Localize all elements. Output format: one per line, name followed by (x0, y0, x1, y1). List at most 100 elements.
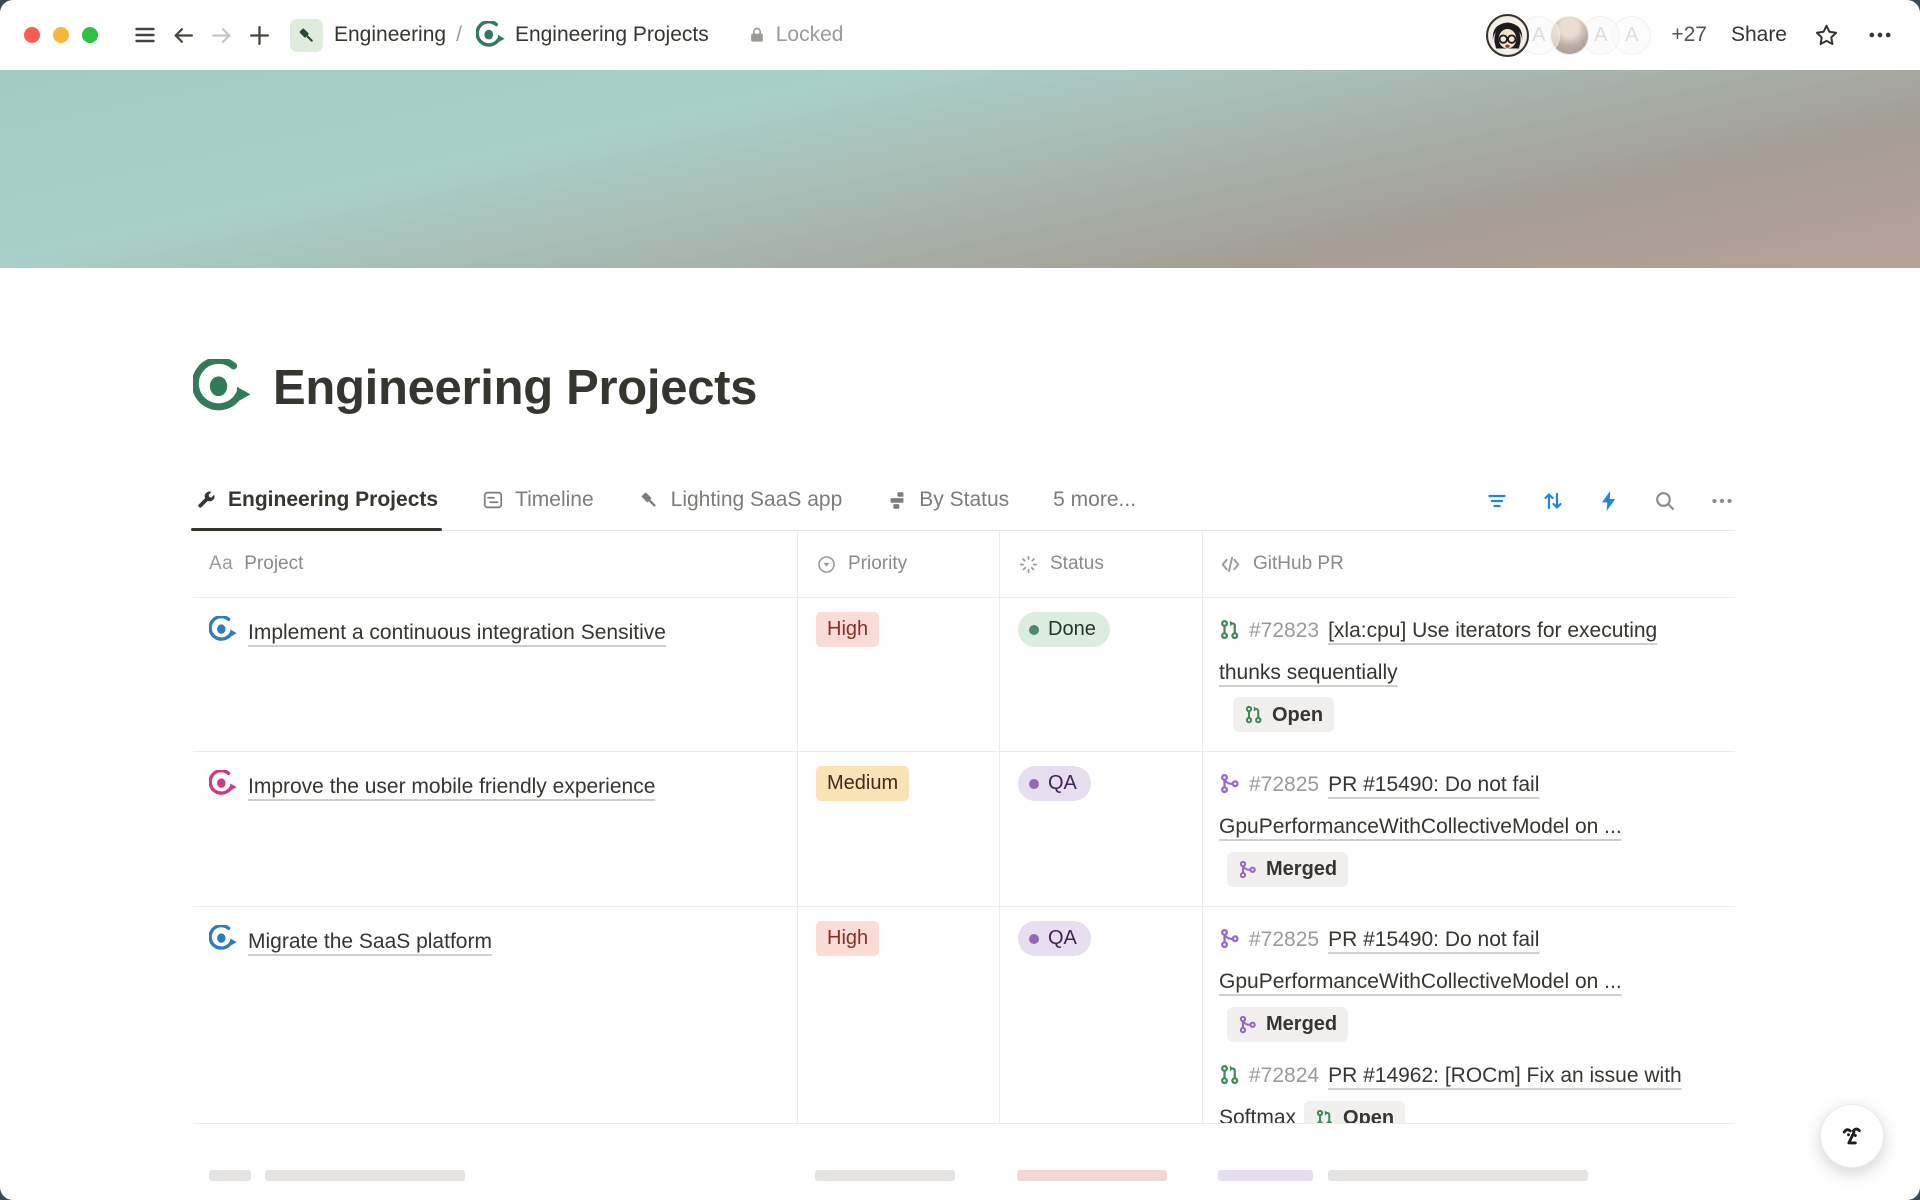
tab-label: Engineering Projects (228, 488, 438, 512)
zoom-window-button[interactable] (82, 27, 98, 43)
notion-ai-face-icon (1834, 1118, 1870, 1154)
project-link[interactable]: Implement a continuous integration Sensi… (248, 621, 666, 644)
avatar-initial: A (1625, 24, 1638, 47)
minimize-window-button[interactable] (53, 27, 69, 43)
column-header-status[interactable]: Status (999, 531, 1202, 597)
avatar-initial: A (1532, 24, 1545, 47)
priority-tag[interactable]: High (816, 612, 879, 647)
pr-id: #72823 (1249, 619, 1319, 642)
project-page-icon (209, 616, 237, 644)
pr-id: #72824 (1249, 1064, 1319, 1087)
clipped-text (1017, 1170, 1167, 1181)
view-more-options-icon[interactable] (1709, 488, 1735, 514)
status-dot (1029, 625, 1039, 635)
pr-id: #72825 (1249, 773, 1319, 796)
pr-state-badge[interactable]: Open (1304, 1101, 1405, 1123)
locked-indicator[interactable]: Locked (747, 23, 844, 47)
pr-state-label: Merged (1266, 848, 1337, 890)
pr-open-icon (1315, 1109, 1334, 1123)
clipped-text (265, 1170, 465, 1181)
clipped-text (1218, 1170, 1313, 1181)
pr-state-badge[interactable]: Merged (1227, 1007, 1348, 1042)
close-window-button[interactable] (24, 27, 40, 43)
text-property-icon: Aa (209, 553, 233, 575)
priority-tag[interactable]: High (816, 921, 879, 956)
page-title: Engineering Projects (273, 360, 757, 416)
project-link[interactable]: Improve the user mobile friendly experie… (248, 775, 655, 798)
avatar-illustrated[interactable] (1486, 14, 1529, 57)
status-tag[interactable]: QA (1018, 921, 1091, 956)
pr-merged-icon (1238, 860, 1257, 879)
column-label: GitHub PR (1253, 553, 1344, 575)
column-label: Status (1050, 553, 1104, 575)
table-row: Improve the user mobile friendly experie… (193, 752, 1735, 907)
status-dot (1029, 934, 1039, 944)
status-tag[interactable]: QA (1018, 766, 1091, 801)
status-tag[interactable]: Done (1018, 612, 1110, 647)
status-property-icon (1018, 554, 1039, 575)
workspace-hammer-icon[interactable] (290, 19, 323, 52)
select-property-icon (816, 554, 837, 575)
sidebar-menu-icon[interactable] (126, 17, 164, 53)
tab-label: 5 more... (1053, 488, 1136, 512)
search-icon[interactable] (1653, 489, 1677, 513)
pr-open-icon (1219, 1064, 1240, 1085)
pr-merged-icon (1238, 1015, 1257, 1034)
priority-tag[interactable]: Medium (816, 766, 909, 801)
tab-timeline[interactable]: Timeline (480, 478, 596, 530)
pr-open-icon (1244, 705, 1263, 724)
pr-state-label: Open (1343, 1097, 1394, 1123)
tab-label: Timeline (515, 488, 594, 512)
column-label: Priority (848, 553, 907, 575)
project-page-icon (209, 925, 237, 953)
favorite-star-icon[interactable] (1813, 22, 1840, 49)
board-icon (886, 489, 908, 511)
sort-icon[interactable] (1541, 489, 1565, 513)
status-dot (1029, 779, 1039, 789)
breadcrumb-page[interactable]: Engineering Projects (515, 23, 709, 47)
project-page-icon (209, 770, 237, 798)
clipped-text (209, 1170, 251, 1181)
status-label: QA (1048, 772, 1077, 795)
tab-label: Lighting SaaS app (671, 488, 843, 512)
back-arrow-icon[interactable] (164, 17, 202, 53)
pr-open-icon (1219, 619, 1240, 640)
notion-ai-button[interactable] (1820, 1104, 1884, 1168)
avatar-stack[interactable]: A A A (1486, 14, 1653, 57)
lock-icon (747, 25, 767, 45)
github-pr-entry: #72825PR #15490: Do not fail GpuPerforma… (1219, 919, 1719, 1045)
filter-icon[interactable] (1485, 489, 1509, 513)
project-link[interactable]: Migrate the SaaS platform (248, 930, 492, 953)
column-header-priority[interactable]: Priority (797, 531, 999, 597)
page-icon[interactable] (193, 359, 251, 417)
pr-state-badge[interactable]: Open (1233, 697, 1334, 732)
forward-arrow-icon[interactable] (202, 17, 240, 53)
wrench-icon (195, 489, 217, 511)
column-header-project[interactable]: Aa Project (193, 531, 797, 597)
column-header-github-pr[interactable]: GitHub PR (1202, 531, 1735, 597)
breadcrumb-page-icon (476, 21, 505, 50)
more-options-icon[interactable] (1866, 21, 1894, 49)
share-button[interactable]: Share (1731, 23, 1787, 47)
tab-more[interactable]: 5 more... (1051, 478, 1138, 530)
tab-label: By Status (919, 488, 1009, 512)
locked-label: Locked (776, 23, 844, 47)
page-cover[interactable] (0, 70, 1920, 268)
pr-merged-icon (1219, 928, 1240, 949)
github-pr-entry: #72824PR #14962: [ROCm] Fix an issue wit… (1219, 1055, 1719, 1123)
avatar-initial: A (1594, 24, 1607, 47)
github-pr-entry: #72825PR #15490: Do not fail GpuPerforma… (1219, 764, 1719, 890)
avatar-overflow-count[interactable]: +27 (1671, 23, 1707, 47)
tab-by-status[interactable]: By Status (884, 478, 1011, 530)
tab-engineering-projects[interactable]: Engineering Projects (193, 478, 440, 530)
new-page-plus-icon[interactable] (240, 17, 278, 53)
timeline-icon (482, 489, 504, 511)
breadcrumb-separator: / (456, 23, 462, 47)
breadcrumb-workspace[interactable]: Engineering (334, 23, 446, 47)
table-header-row: Aa Project Priority Status GitHub PR (193, 531, 1735, 598)
clipped-text (1328, 1170, 1588, 1181)
tab-lighting-saas-app[interactable]: Lighting SaaS app (636, 478, 845, 530)
status-label: QA (1048, 927, 1077, 950)
pr-state-badge[interactable]: Merged (1227, 852, 1348, 887)
automation-lightning-icon[interactable] (1597, 489, 1621, 513)
